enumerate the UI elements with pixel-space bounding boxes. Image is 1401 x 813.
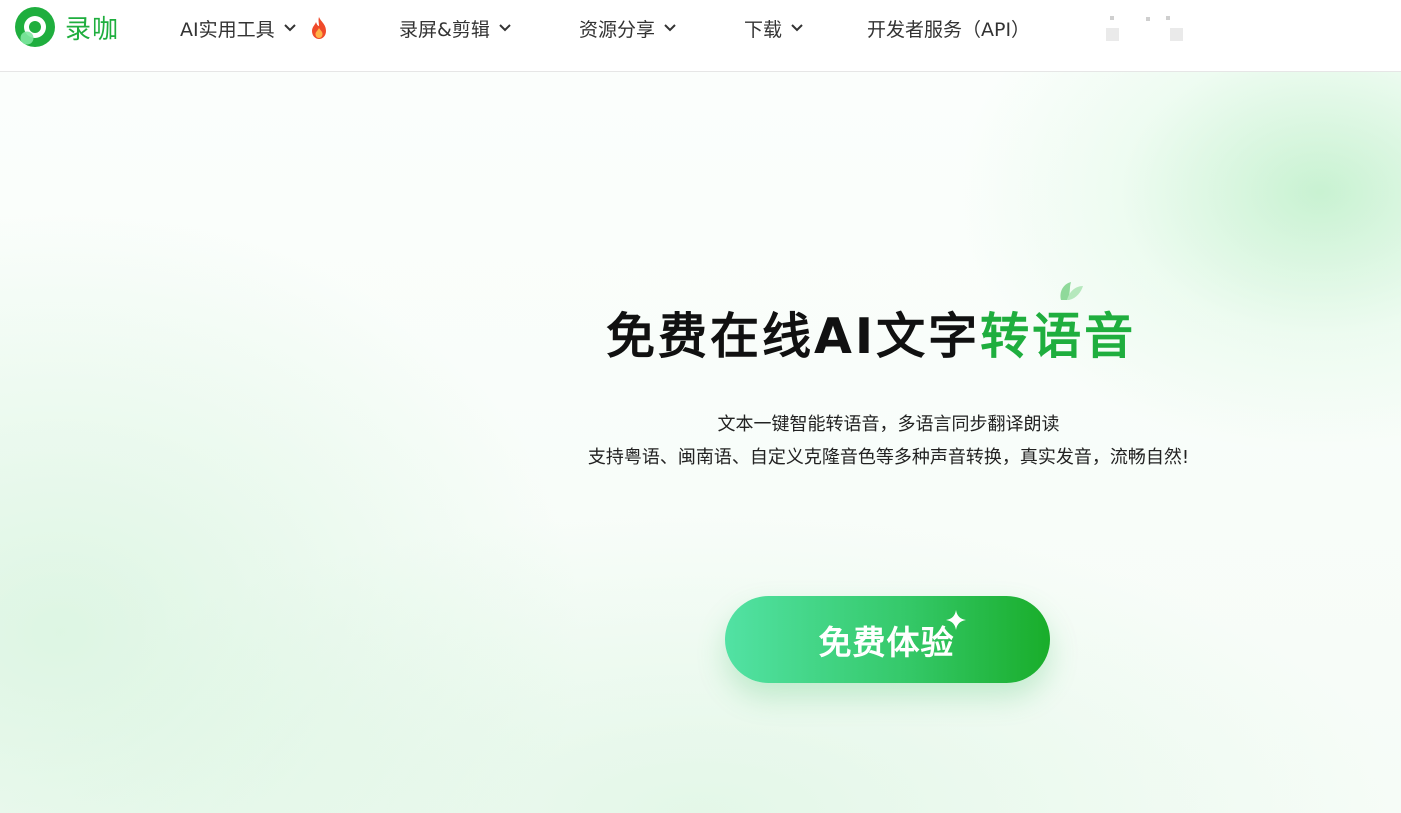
nav-record-edit-label: 录屏&剪辑 bbox=[399, 18, 490, 41]
site-logo[interactable]: 录咖 bbox=[14, 6, 119, 48]
hero-title-main: 免费在线AI文字 bbox=[606, 308, 981, 365]
chevron-down-icon bbox=[791, 24, 803, 32]
leaf-icon bbox=[1060, 282, 1083, 300]
hero-subtitle-line2: 支持粤语、闽南语、自定义克隆音色等多种声音转换，真实发音，流畅自然! bbox=[587, 447, 1190, 468]
top-navigation-bar: 录咖 AI实用工具 录屏&剪辑 资源分享 下载 开发者服务（API） bbox=[0, 0, 1401, 72]
nav-record-edit[interactable]: 录屏&剪辑 bbox=[399, 14, 512, 42]
nav-resources[interactable]: 资源分享 bbox=[579, 14, 677, 42]
obscured-user-area bbox=[1106, 14, 1186, 44]
nav-developer-api-label: 开发者服务（API） bbox=[867, 18, 1031, 41]
sparkle-icon bbox=[946, 610, 966, 630]
nav-download[interactable]: 下载 bbox=[744, 14, 804, 42]
free-trial-button[interactable]: 免费体验 bbox=[725, 596, 1050, 683]
nav-resources-label: 资源分享 bbox=[579, 18, 656, 41]
logo-text: 录咖 bbox=[65, 14, 120, 45]
logo-icon bbox=[15, 7, 55, 47]
chevron-down-icon bbox=[499, 24, 511, 32]
free-trial-button-label: 免费体验 bbox=[818, 622, 955, 662]
nav-ai-tools[interactable]: AI实用工具 bbox=[180, 14, 329, 42]
hero-title-accent: 转语音 bbox=[978, 304, 1145, 370]
nav-developer-api[interactable]: 开发者服务（API） bbox=[867, 14, 1030, 42]
nav-ai-tools-label: AI实用工具 bbox=[180, 18, 275, 41]
chevron-down-icon bbox=[664, 24, 676, 32]
chevron-down-icon bbox=[283, 24, 296, 32]
fire-icon bbox=[311, 17, 326, 39]
hero-title: 免费在线AI文字转语音 bbox=[606, 304, 1145, 370]
hero-subtitle-line1: 文本一键智能转语音，多语言同步翻译朗读 bbox=[717, 414, 1060, 435]
nav-download-label: 下载 bbox=[744, 18, 783, 41]
